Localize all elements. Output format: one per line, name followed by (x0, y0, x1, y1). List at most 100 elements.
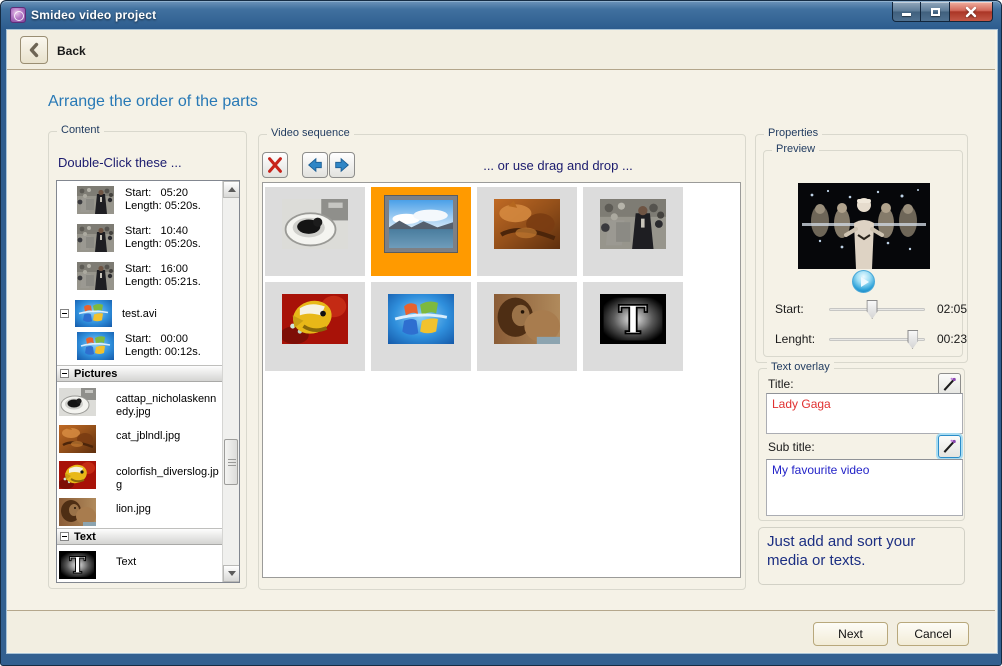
thumb-fish-image (59, 461, 96, 489)
sequence-tile-7[interactable] (477, 282, 577, 371)
start-slider-thumb[interactable] (867, 300, 878, 319)
maximize-button[interactable] (921, 2, 949, 22)
thumb-textT-image: T (59, 551, 96, 579)
play-button[interactable] (852, 270, 875, 293)
content-item-colorfish_diverslog-jpg[interactable]: colorfish_diverslog.jpg (57, 455, 223, 492)
back-toolbar (7, 30, 995, 70)
content-scrollbar[interactable] (222, 181, 239, 582)
close-button[interactable] (949, 2, 993, 22)
content-clip-item[interactable]: Start: 05:20 Length: 05:20s. (57, 181, 223, 219)
scrollbar-down-button[interactable] (223, 565, 240, 582)
scrollbar-up-button[interactable] (223, 181, 240, 198)
svg-text:T: T (69, 553, 86, 579)
start-slider-label: Start: (775, 302, 804, 316)
arrow-left-icon (306, 156, 324, 174)
thumb-lion-image (494, 294, 560, 344)
thumb-obama-image (600, 199, 666, 249)
subtitle-label: Sub title: (768, 440, 815, 454)
thumb-win7-image (77, 332, 114, 360)
sequence-tile-4[interactable] (583, 187, 683, 276)
section-label: Pictures (74, 368, 117, 380)
content-item-text[interactable]: T Text (57, 545, 223, 581)
properties-group-label: Properties (764, 127, 822, 139)
content-item-test.avi[interactable]: test.avi (57, 295, 223, 327)
preview-group-label: Preview (772, 143, 819, 155)
length-slider[interactable] (829, 330, 925, 349)
start-value: 02:05 (937, 302, 967, 316)
sequence-tile-3[interactable] (477, 187, 577, 276)
move-right-button[interactable] (329, 152, 355, 178)
content-clip-item[interactable]: Start: 10:40 Length: 05:20s. (57, 219, 223, 257)
scrollbar-thumb[interactable] (224, 439, 238, 485)
content-clip-item[interactable]: Start: 00:00 Length: 00:12s. (57, 327, 223, 365)
start-slider[interactable] (829, 300, 925, 319)
back-button[interactable] (20, 36, 48, 64)
item-label: Text (116, 556, 220, 569)
thumb-orangecat-image (59, 425, 96, 453)
content-clip-item[interactable]: Start: 16:00 Length: 05:21s. (57, 257, 223, 295)
drag-drop-hint: ... or use drag and drop ... (380, 158, 736, 173)
sequence-tile-6[interactable] (371, 282, 471, 371)
content-group-label: Content (57, 124, 104, 136)
close-icon (965, 6, 977, 18)
content-item-cat_jblndl-jpg[interactable]: cat_jblndl.jpg (57, 419, 223, 455)
thumb-win7-image (388, 294, 454, 344)
video-preview-image (798, 183, 930, 269)
thumb-lion-image (59, 498, 96, 526)
double-click-hint: Double-Click these ... (58, 155, 182, 170)
collapse-minus-icon[interactable] (60, 532, 69, 541)
move-left-button[interactable] (302, 152, 328, 178)
app-icon (10, 7, 26, 23)
cancel-button[interactable]: Cancel (897, 622, 969, 646)
clip-times: Start: 00:00 Length: 00:12s. (125, 333, 201, 359)
info-box: Just add and sort your media or texts. (758, 527, 965, 585)
collapse-minus-icon[interactable] (60, 369, 69, 378)
edit-subtitle-style-button[interactable] (938, 435, 961, 458)
collapse-minus-icon[interactable] (60, 309, 69, 318)
sequence-tile-2[interactable] (371, 187, 471, 276)
length-slider-label: Lenght: (775, 332, 815, 346)
length-value: 00:23 (937, 332, 967, 346)
content-item-cattap_nicholaskennedy-jpg[interactable]: cattap_nicholaskennedy.jpg (57, 382, 223, 419)
clip-times: Start: 05:20 Length: 05:20s. (125, 187, 201, 213)
item-label: test.avi (122, 308, 157, 320)
thumb-obama-image (77, 262, 114, 290)
thumb-fish-image (282, 294, 348, 344)
back-chevron-icon (27, 42, 41, 58)
subtitle-input[interactable]: My favourite video (766, 459, 963, 516)
thumb-catsink-image (59, 388, 96, 416)
content-item-lion-jpg[interactable]: lion.jpg (57, 492, 223, 528)
minimize-icon (902, 13, 911, 16)
sequence-grid[interactable]: T (262, 182, 741, 578)
title-label: Title: (768, 377, 794, 391)
sequence-group-label: Video sequence (267, 127, 354, 139)
title-bar[interactable]: Smideo video project (1, 1, 1001, 30)
thumb-catsink-image (282, 199, 348, 249)
section-label: Text (74, 531, 96, 543)
sequence-tile-8[interactable]: T (583, 282, 683, 371)
text-overlay-group-label: Text overlay (767, 361, 834, 373)
window-title: Smideo video project (31, 8, 156, 22)
clip-times: Start: 10:40 Length: 05:20s. (125, 225, 201, 251)
delete-part-button[interactable] (262, 152, 288, 178)
back-label: Back (57, 44, 86, 58)
sequence-tile-5[interactable] (265, 282, 365, 371)
svg-text:T: T (618, 297, 647, 343)
content-section-pictures[interactable]: Pictures (57, 365, 223, 382)
thumb-obama-image (77, 186, 114, 214)
item-label: cat_jblndl.jpg (116, 430, 220, 443)
title-input[interactable]: Lady Gaga (766, 393, 963, 434)
arrow-down-icon (228, 571, 236, 576)
arrow-right-icon (333, 156, 351, 174)
next-button[interactable]: Next (813, 622, 888, 646)
content-section-text[interactable]: Text (57, 528, 223, 545)
minimize-button[interactable] (892, 2, 921, 22)
item-label: cattap_nicholaskennedy.jpg (116, 393, 220, 419)
thumb-obama-image (77, 224, 114, 252)
delete-x-icon (266, 156, 284, 174)
clip-times: Start: 16:00 Length: 05:21s. (125, 263, 201, 289)
sequence-tile-1[interactable] (265, 187, 365, 276)
content-listbox[interactable]: Start: 05:20 Length: 05:20s. Start: 10:4… (56, 180, 240, 583)
length-slider-thumb[interactable] (907, 330, 918, 349)
pen-icon (942, 377, 957, 392)
